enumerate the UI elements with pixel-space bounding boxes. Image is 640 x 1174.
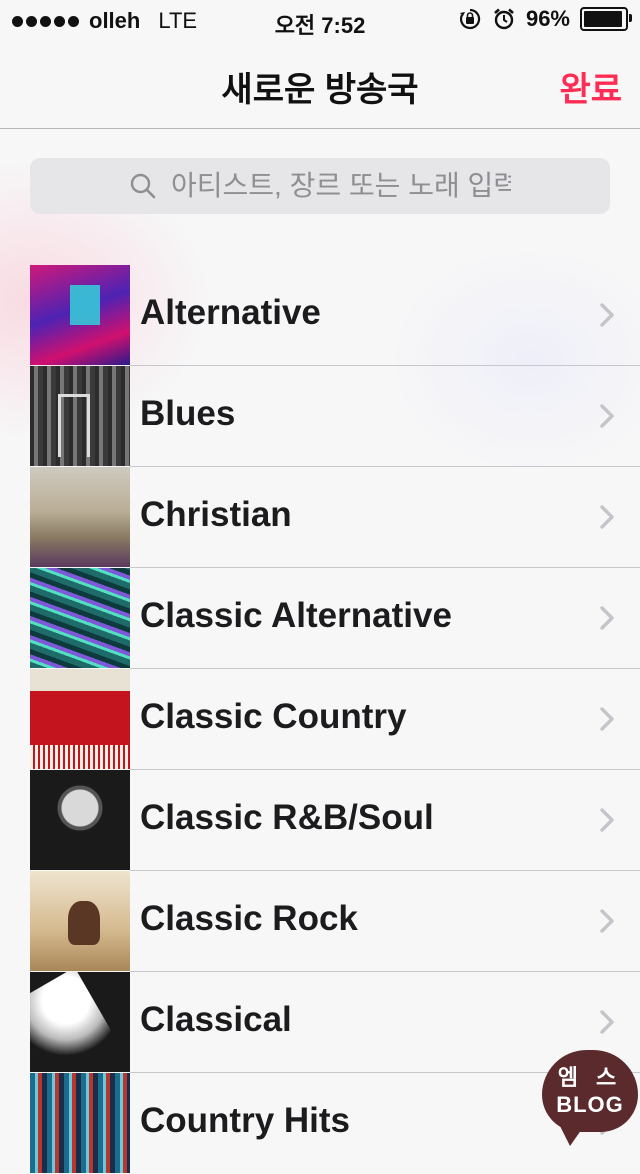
battery-fill — [584, 11, 623, 27]
watermark-bottom-text: BLOG — [556, 1092, 624, 1117]
rotation-lock-icon — [459, 8, 481, 30]
list-item-label: Classic Country — [140, 697, 407, 736]
list-item-label: Alternative — [140, 293, 321, 332]
classical-artwork — [30, 972, 130, 1072]
list-item-label: Christian — [140, 495, 292, 534]
battery-icon — [580, 7, 632, 31]
chevron-right-icon — [600, 808, 614, 832]
list-item[interactable]: Classic Alternative — [30, 568, 640, 669]
chevron-right-icon — [600, 1010, 614, 1034]
list-item[interactable]: Classic Country — [30, 669, 640, 770]
country-hits-artwork — [30, 1073, 130, 1173]
genre-list: Alternative Blues Christian Classic Alte… — [30, 265, 640, 1174]
classic-rock-artwork — [30, 871, 130, 971]
chevron-right-icon — [600, 303, 614, 327]
watermark-top-text: 엠 스 — [557, 1065, 623, 1090]
list-item[interactable]: Alternative — [30, 265, 640, 366]
classic-alternative-artwork — [30, 568, 130, 668]
classic-country-artwork — [30, 669, 130, 769]
list-item-label: Classic Alternative — [140, 596, 452, 635]
search-bar[interactable] — [30, 158, 610, 214]
list-item[interactable]: Christian — [30, 467, 640, 568]
chevron-right-icon — [600, 909, 614, 933]
chevron-right-icon — [600, 707, 614, 731]
blog-watermark-logo: 엠 스 BLOG — [542, 1050, 638, 1146]
search-input[interactable] — [171, 170, 511, 202]
navigation-bar: 새로운 방송국 완료 — [0, 40, 640, 129]
list-item-label: Classic R&B/Soul — [140, 798, 434, 837]
christian-artwork — [30, 467, 130, 567]
search-icon — [130, 173, 156, 199]
chevron-right-icon — [600, 404, 614, 428]
alternative-artwork — [30, 265, 130, 365]
list-item[interactable]: Blues — [30, 366, 640, 467]
blues-artwork — [30, 366, 130, 466]
done-button[interactable]: 완료 — [559, 62, 622, 111]
battery-percent: 96% — [525, 6, 570, 31]
classic-rnb-soul-artwork — [30, 770, 130, 870]
list-item-label: Country Hits — [140, 1101, 350, 1140]
list-item[interactable]: Classic Rock — [30, 871, 640, 972]
chevron-right-icon — [600, 606, 614, 630]
list-item-label: Blues — [140, 394, 236, 433]
alarm-icon — [494, 8, 514, 30]
chevron-right-icon — [600, 505, 614, 529]
list-item-label: Classic Rock — [140, 899, 358, 938]
list-item-label: Classical — [140, 1000, 292, 1039]
list-item[interactable]: Classic R&B/Soul — [30, 770, 640, 871]
status-right: 96% — [458, 6, 632, 32]
status-bar: olleh LTE 오전 7:52 96% — [0, 0, 640, 40]
page-title: 새로운 방송국 — [221, 71, 419, 109]
